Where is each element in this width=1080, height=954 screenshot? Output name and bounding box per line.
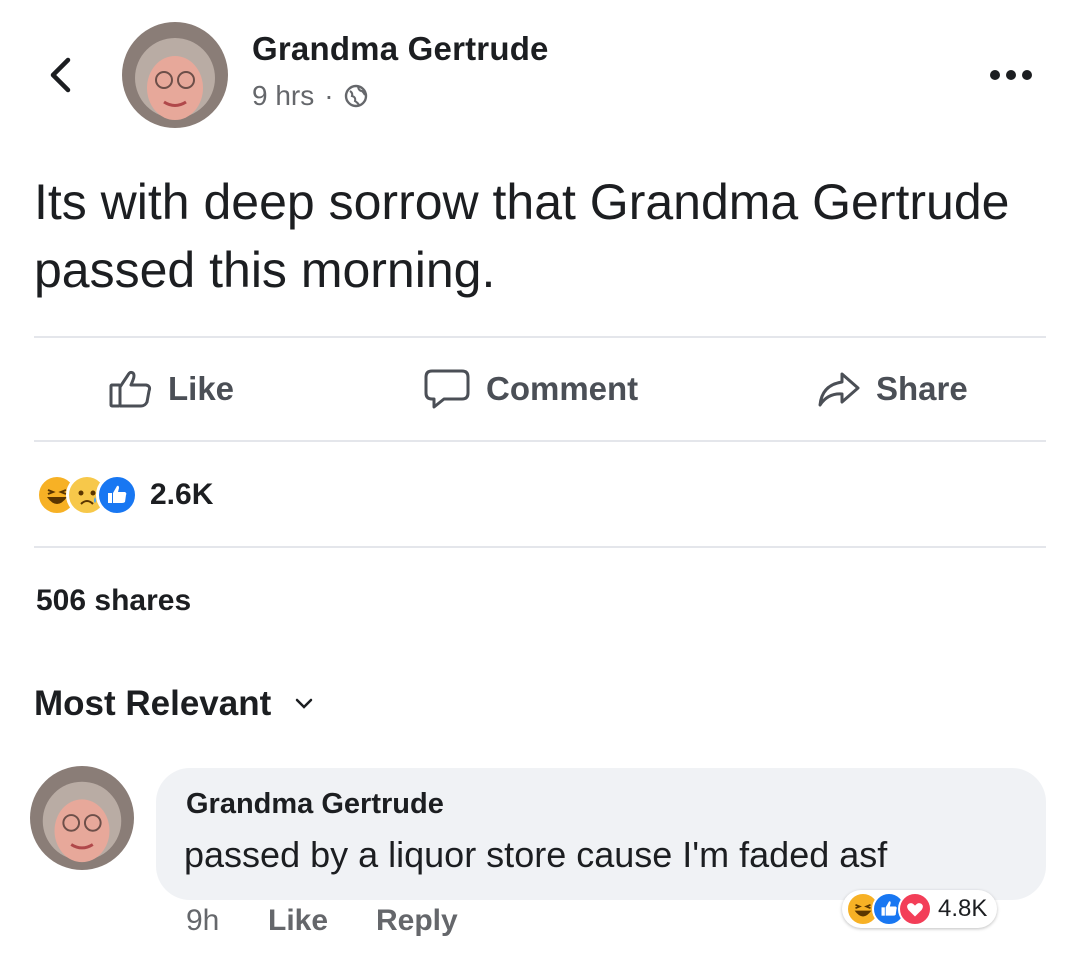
meta-separator: · — [324, 80, 334, 111]
author-avatar[interactable] — [122, 22, 228, 128]
more-dot-icon — [1022, 70, 1032, 80]
commenter-avatar[interactable] — [30, 766, 134, 870]
comment-reactions[interactable]: 4.8K — [842, 890, 998, 928]
comment-like-button[interactable]: Like — [268, 904, 328, 938]
like-label: Like — [168, 370, 235, 407]
like-reaction-icon — [96, 474, 138, 516]
comment-reaction-count: 4.8K — [938, 895, 988, 922]
more-dot-icon — [1006, 70, 1016, 80]
comment-button[interactable]: Comment — [422, 364, 638, 414]
share-arrow-icon — [818, 372, 860, 407]
thumbs-up-icon — [109, 370, 152, 408]
like-button[interactable]: Like — [108, 364, 234, 414]
comment-label: Comment — [486, 370, 639, 407]
divider — [34, 546, 1046, 548]
comment-reply-button[interactable]: Reply — [376, 904, 458, 938]
post-text: Its with deep sorrow that Grandma Gertru… — [34, 174, 1010, 298]
chevron-down-icon — [296, 698, 313, 709]
comment-time[interactable]: 9h — [186, 904, 219, 938]
globe-icon — [344, 84, 367, 108]
comment-bubble-icon — [424, 369, 470, 409]
comment-author-name[interactable]: Grandma Gertrude — [186, 788, 444, 821]
sort-label: Most Relevant — [34, 684, 272, 723]
post-author-name[interactable]: Grandma Gertrude — [252, 30, 549, 68]
reactions-summary[interactable]: 2.6K — [36, 474, 213, 516]
post-meta: 9 hrs · — [252, 80, 368, 112]
divider — [34, 336, 1046, 338]
comment-text: passed by a liquor store cause I'm faded… — [184, 834, 888, 875]
reaction-count: 2.6K — [150, 478, 214, 511]
share-count[interactable]: 506 shares — [36, 584, 191, 618]
post-time[interactable]: 9 hrs — [252, 80, 314, 112]
more-options-button[interactable] — [990, 60, 1050, 90]
share-label: Share — [876, 370, 968, 407]
back-button[interactable] — [40, 50, 80, 100]
share-button[interactable]: Share — [816, 364, 968, 414]
chevron-left-icon — [50, 57, 71, 93]
divider — [34, 440, 1046, 442]
love-reaction-icon — [898, 892, 932, 926]
more-dot-icon — [990, 70, 1000, 80]
comment-sort-dropdown[interactable]: Most Relevant — [34, 684, 313, 724]
